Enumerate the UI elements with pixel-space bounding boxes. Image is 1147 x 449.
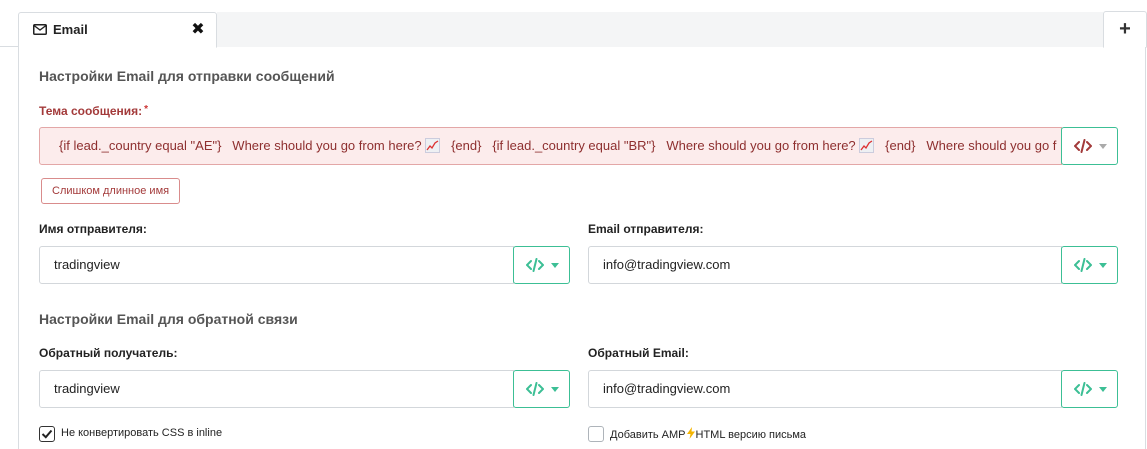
subject-input[interactable]: {if lead._country equal "AE"} Where shou… bbox=[39, 127, 1062, 165]
amp-label-before: Добавить AMP bbox=[610, 429, 686, 441]
sender-name-input[interactable]: tradingview bbox=[39, 246, 514, 284]
subject-segment: Where should you go f bbox=[926, 138, 1057, 153]
no-inline-css-label: Не конвертировать CSS в inline bbox=[61, 427, 223, 439]
subject-segment: {if lead._country equal "BR"} bbox=[492, 138, 656, 153]
tab-bar: Email ✖ + bbox=[0, 0, 1147, 48]
chevron-down-icon bbox=[1099, 144, 1107, 149]
sender-email-input[interactable]: info@tradingview.com bbox=[588, 246, 1062, 284]
subject-error-tooltip: Слишком длинное имя bbox=[41, 178, 181, 204]
code-icon bbox=[1074, 258, 1092, 272]
subject-segment: {if lead._country equal "AE"} bbox=[59, 138, 222, 153]
amp-version-checkbox[interactable] bbox=[588, 426, 604, 442]
reply-recipient-label: Обратный получатель: bbox=[39, 346, 178, 360]
sender-email-label: Email отправителя: bbox=[588, 222, 704, 236]
subject-segment: {end} bbox=[451, 138, 482, 153]
section-title-send: Настройки Email для отправки сообщений bbox=[39, 68, 335, 84]
subject-label-text: Тема сообщения: bbox=[39, 104, 143, 118]
tab-strip-background bbox=[217, 12, 1103, 47]
subject-segment: Where should you go from here? bbox=[232, 138, 422, 153]
sender-email-code-button[interactable] bbox=[1061, 246, 1118, 284]
subject-segment: {end} bbox=[885, 138, 916, 153]
panel-border-left bbox=[18, 47, 19, 449]
reply-email-label: Обратный Email: bbox=[588, 346, 689, 360]
subject-segment: Where should you go from here? bbox=[666, 138, 856, 153]
code-icon bbox=[526, 382, 544, 396]
chevron-down-icon bbox=[551, 263, 559, 268]
lightning-icon bbox=[686, 427, 695, 439]
envelope-icon bbox=[33, 24, 47, 35]
no-inline-css-checkbox[interactable] bbox=[39, 426, 55, 442]
reply-email-code-button[interactable] bbox=[1061, 370, 1118, 408]
add-tab-button[interactable]: + bbox=[1103, 11, 1147, 48]
sender-name-label: Имя отправителя: bbox=[39, 222, 147, 236]
subject-label: Тема сообщения: * bbox=[39, 104, 148, 118]
chevron-down-icon bbox=[1099, 387, 1107, 392]
code-icon bbox=[1074, 139, 1092, 153]
chart-increasing-icon bbox=[425, 138, 441, 153]
chevron-down-icon bbox=[1099, 263, 1107, 268]
chart-increasing-icon bbox=[859, 138, 875, 153]
reply-recipient-code-button[interactable] bbox=[513, 370, 570, 408]
reply-recipient-input[interactable]: tradingview bbox=[39, 370, 514, 408]
tab-label: Email bbox=[53, 22, 88, 37]
sender-name-code-button[interactable] bbox=[513, 246, 570, 284]
close-icon[interactable]: ✖ bbox=[190, 20, 206, 40]
panel-border-right bbox=[1145, 47, 1146, 449]
section-title-reply: Настройки Email для обратной связи bbox=[39, 311, 298, 327]
code-icon bbox=[1074, 382, 1092, 396]
tab-email[interactable]: Email ✖ bbox=[18, 12, 217, 48]
reply-email-input[interactable]: info@tradingview.com bbox=[588, 370, 1062, 408]
amp-label-after: HTML версию письма bbox=[695, 429, 807, 441]
checkmark-icon bbox=[41, 429, 53, 439]
subject-code-button[interactable] bbox=[1061, 127, 1118, 165]
required-marker: * bbox=[144, 104, 149, 115]
amp-version-label: Добавить AMP HTML версию письма bbox=[610, 427, 806, 441]
chevron-down-icon bbox=[551, 387, 559, 392]
code-icon bbox=[526, 258, 544, 272]
